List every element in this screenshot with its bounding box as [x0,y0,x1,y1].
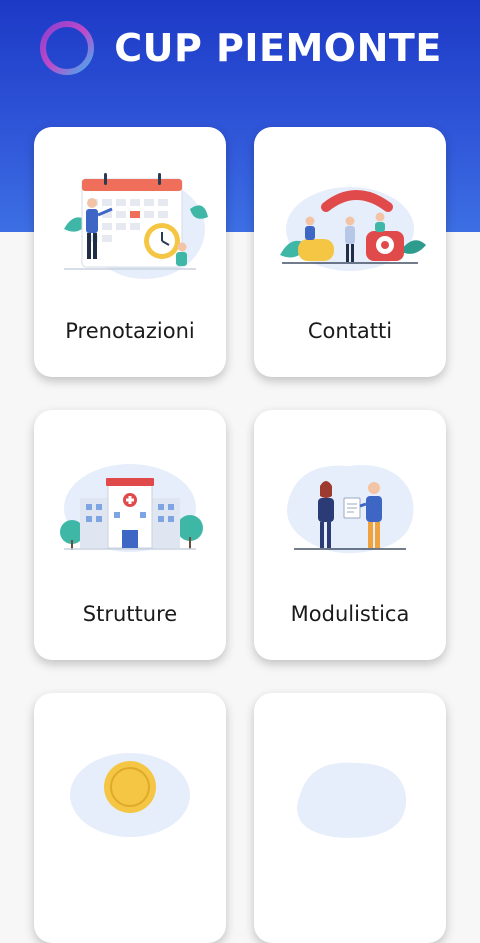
hospital-illustration-icon [60,464,203,552]
calendar-illustration-icon [64,173,208,279]
app-title: CUP PIEMONTE [114,26,442,70]
menu-card-5[interactable] [34,693,226,943]
blob-illustration-icon [297,762,407,838]
telephone-illustration-icon [280,187,426,271]
menu-card-modulistica[interactable]: Modulistica [254,410,446,660]
menu-card-label: Strutture [82,602,178,626]
menu-card-6[interactable] [254,693,446,943]
app-header: CUP PIEMONTE [0,0,480,96]
menu-card-contatti[interactable]: Contatti [254,127,446,377]
coin-illustration-icon [70,753,190,837]
menu-card-label: Prenotazioni [65,319,195,343]
menu-card-strutture[interactable]: Strutture [34,410,226,660]
menu-card-label: Contatti [307,319,393,343]
documents-illustration-icon [287,465,414,554]
menu-card-prenotazioni[interactable]: Prenotazioni [34,127,226,377]
menu-card-label: Modulistica [290,602,410,626]
ring-logo-icon [40,21,95,75]
